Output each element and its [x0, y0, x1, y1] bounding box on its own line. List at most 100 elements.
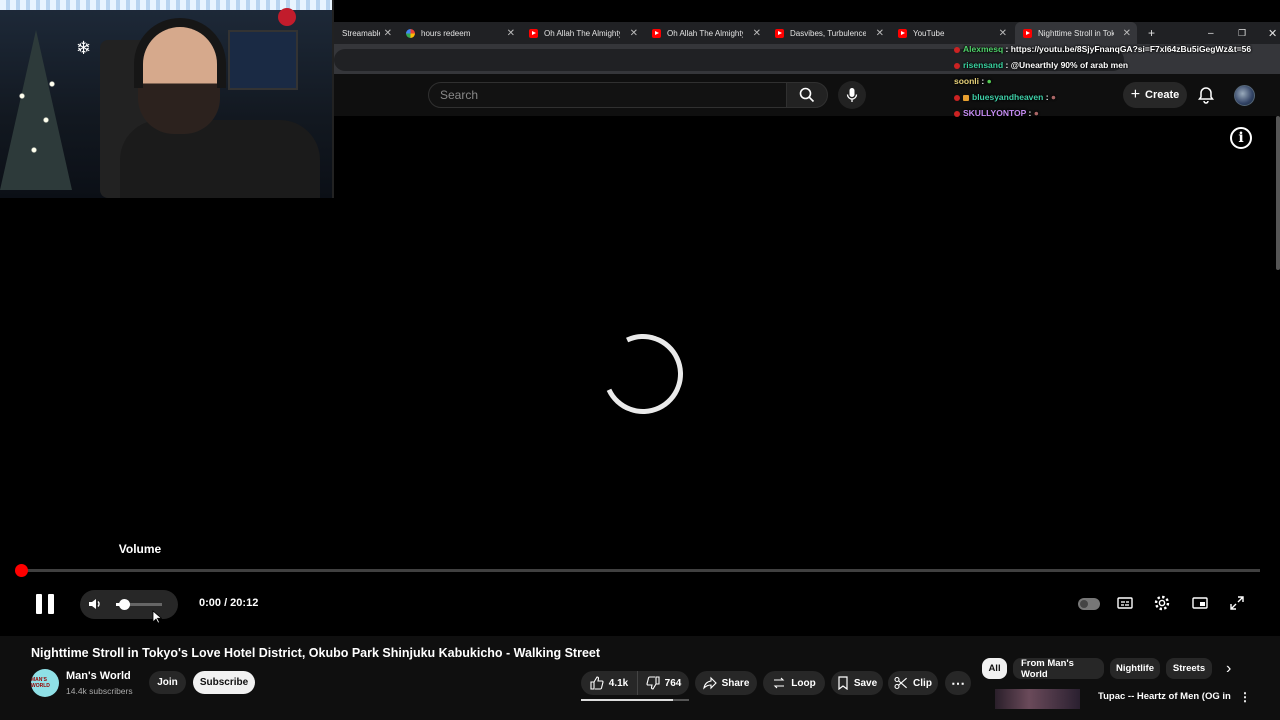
microphone-icon — [846, 88, 858, 102]
share-label: Share — [721, 677, 750, 689]
page-scrollbar[interactable] — [1276, 116, 1280, 270]
browser-tab-active[interactable]: Nighttime Stroll in Tokyo ✕ — [1015, 22, 1137, 44]
browser-tab[interactable]: Dasvibes, Turbulence ✕ — [767, 22, 890, 44]
browser-tab[interactable]: hours redeem ✕ — [398, 22, 521, 44]
chip-nightlife[interactable]: Nightlife — [1110, 658, 1160, 679]
dislike-button[interactable]: 764 — [637, 671, 689, 695]
miniplayer-icon[interactable] — [1191, 594, 1211, 614]
google-icon — [406, 28, 415, 38]
browser-tab[interactable]: Oh Allah The Almighty ✕ — [644, 22, 767, 44]
search-icon — [799, 87, 815, 103]
tree-lights — [10, 60, 70, 180]
tab-close-icon[interactable]: ✕ — [876, 28, 884, 39]
tab-close-icon[interactable]: ✕ — [630, 28, 638, 39]
restore-icon[interactable]: ❐ — [1230, 22, 1250, 44]
more-actions-icon[interactable]: ⋯ — [945, 671, 971, 695]
chat-badge-icon — [963, 94, 969, 101]
search-button[interactable] — [786, 82, 828, 108]
youtube-icon — [529, 28, 538, 38]
volume-slider-knob[interactable] — [119, 599, 130, 610]
headphones — [134, 18, 226, 88]
chat-text: @Unearthly 90% of arab men — [1010, 60, 1129, 70]
emote-icon: ● — [986, 76, 992, 86]
settings-gear-icon[interactable] — [1153, 594, 1173, 614]
info-icon[interactable]: i — [1230, 127, 1252, 149]
bookmark-icon — [838, 676, 848, 690]
tab-title: Oh Allah The Almighty — [667, 28, 743, 38]
chat-badge-icon — [954, 94, 960, 101]
save-label: Save — [853, 677, 878, 689]
progress-scrubber[interactable] — [15, 564, 28, 577]
progress-bar[interactable] — [20, 569, 1260, 572]
chip-from-channel[interactable]: From Man's World — [1013, 658, 1104, 680]
search-input[interactable]: Search — [428, 82, 787, 108]
subtitles-icon[interactable] — [1116, 594, 1136, 614]
webcam-overlay: ❄ — [0, 0, 334, 198]
volume-icon[interactable] — [87, 596, 103, 612]
tab-close-icon[interactable]: ✕ — [753, 28, 761, 39]
chat-username: SKULLYONTOP — [963, 108, 1027, 118]
tab-title: hours redeem — [421, 28, 471, 38]
subscribe-button[interactable]: Subscribe — [193, 671, 255, 694]
chat-badge-icon — [954, 110, 960, 117]
voice-search-button[interactable] — [838, 81, 866, 109]
clip-button[interactable]: Clip — [888, 671, 938, 695]
chat-message: SKULLYONTOP : ● — [954, 108, 1039, 118]
browser-tab[interactable]: YouTube ✕ — [890, 22, 1013, 44]
chip-all[interactable]: All — [982, 658, 1007, 679]
chat-badge-icon — [954, 62, 960, 69]
browser-tab[interactable]: Streamable ✕ — [334, 22, 398, 44]
tab-close-icon[interactable]: ✕ — [507, 28, 515, 39]
emote-icon: ● — [1033, 108, 1039, 118]
autoplay-toggle[interactable] — [1078, 598, 1100, 610]
like-count: 4.1k — [608, 677, 629, 689]
volume-tooltip: Volume — [118, 542, 162, 556]
scissors-icon — [894, 676, 908, 690]
youtube-icon — [775, 28, 784, 38]
stream-chat-overlay: Alexmesq : https://youtu.be/8SjyFnanqGA?… — [950, 42, 1280, 122]
channel-name[interactable]: Man's World — [66, 670, 156, 684]
related-video-thumbnail[interactable] — [995, 689, 1080, 709]
chat-message: risensand : @Unearthly 90% of arab men — [954, 60, 1128, 70]
pause-icon[interactable] — [36, 594, 54, 614]
save-button[interactable]: Save — [831, 671, 883, 695]
plus-icon[interactable]: + — [1140, 22, 1160, 44]
chat-message: soonli : ● — [954, 76, 992, 86]
browser-tab[interactable]: Oh Allah The Almighty ✕ — [521, 22, 644, 44]
chat-username: risensand — [963, 60, 1004, 70]
related-video-title[interactable]: Tupac -- Heartz of Men (OG in — [1098, 691, 1238, 705]
chat-message: bluesyandheaven : ● — [954, 92, 1056, 102]
tab-title: YouTube — [913, 28, 945, 38]
loop-button[interactable]: Loop — [763, 671, 825, 695]
video-title: Nighttime Stroll in Tokyo's Love Hotel D… — [31, 646, 601, 660]
join-button[interactable]: Join — [149, 671, 186, 694]
chevron-right-icon[interactable]: › — [1226, 660, 1240, 678]
minimize-icon[interactable]: – — [1200, 22, 1220, 44]
youtube-icon — [652, 28, 661, 38]
like-button[interactable]: 4.1k — [581, 671, 637, 695]
time-display: 0:00 / 20:12 — [199, 597, 259, 609]
share-icon — [702, 676, 717, 690]
channel-avatar[interactable]: MAN'S WORLD — [31, 669, 59, 697]
chat-username: bluesyandheaven — [972, 92, 1044, 102]
tab-title: Dasvibes, Turbulence — [790, 28, 866, 38]
chip-streets[interactable]: Streets — [1166, 658, 1212, 679]
share-button[interactable]: Share — [695, 671, 757, 695]
chat-text: https://youtu.be/8SjyFnanqGA?si=F7xl64zB… — [1010, 44, 1252, 54]
fullscreen-icon[interactable] — [1228, 594, 1248, 614]
loop-label: Loop — [791, 677, 816, 689]
more-vert-icon[interactable]: ⋮ — [1239, 690, 1251, 706]
youtube-icon — [1023, 28, 1032, 38]
clip-label: Clip — [913, 677, 932, 689]
ornament — [278, 8, 296, 26]
close-icon[interactable]: ✕ — [1260, 22, 1280, 44]
mouse-cursor-icon — [152, 610, 163, 624]
tab-title: Streamable — [342, 28, 380, 38]
tab-title: Oh Allah The Almighty — [544, 28, 620, 38]
channel-avatar-logo: MAN'S WORLD — [31, 677, 50, 689]
tab-close-icon[interactable]: ✕ — [384, 28, 392, 39]
youtube-icon — [898, 28, 907, 38]
background-monitor — [228, 30, 298, 90]
tab-close-icon[interactable]: ✕ — [1123, 28, 1131, 39]
tab-close-icon[interactable]: ✕ — [999, 28, 1007, 39]
